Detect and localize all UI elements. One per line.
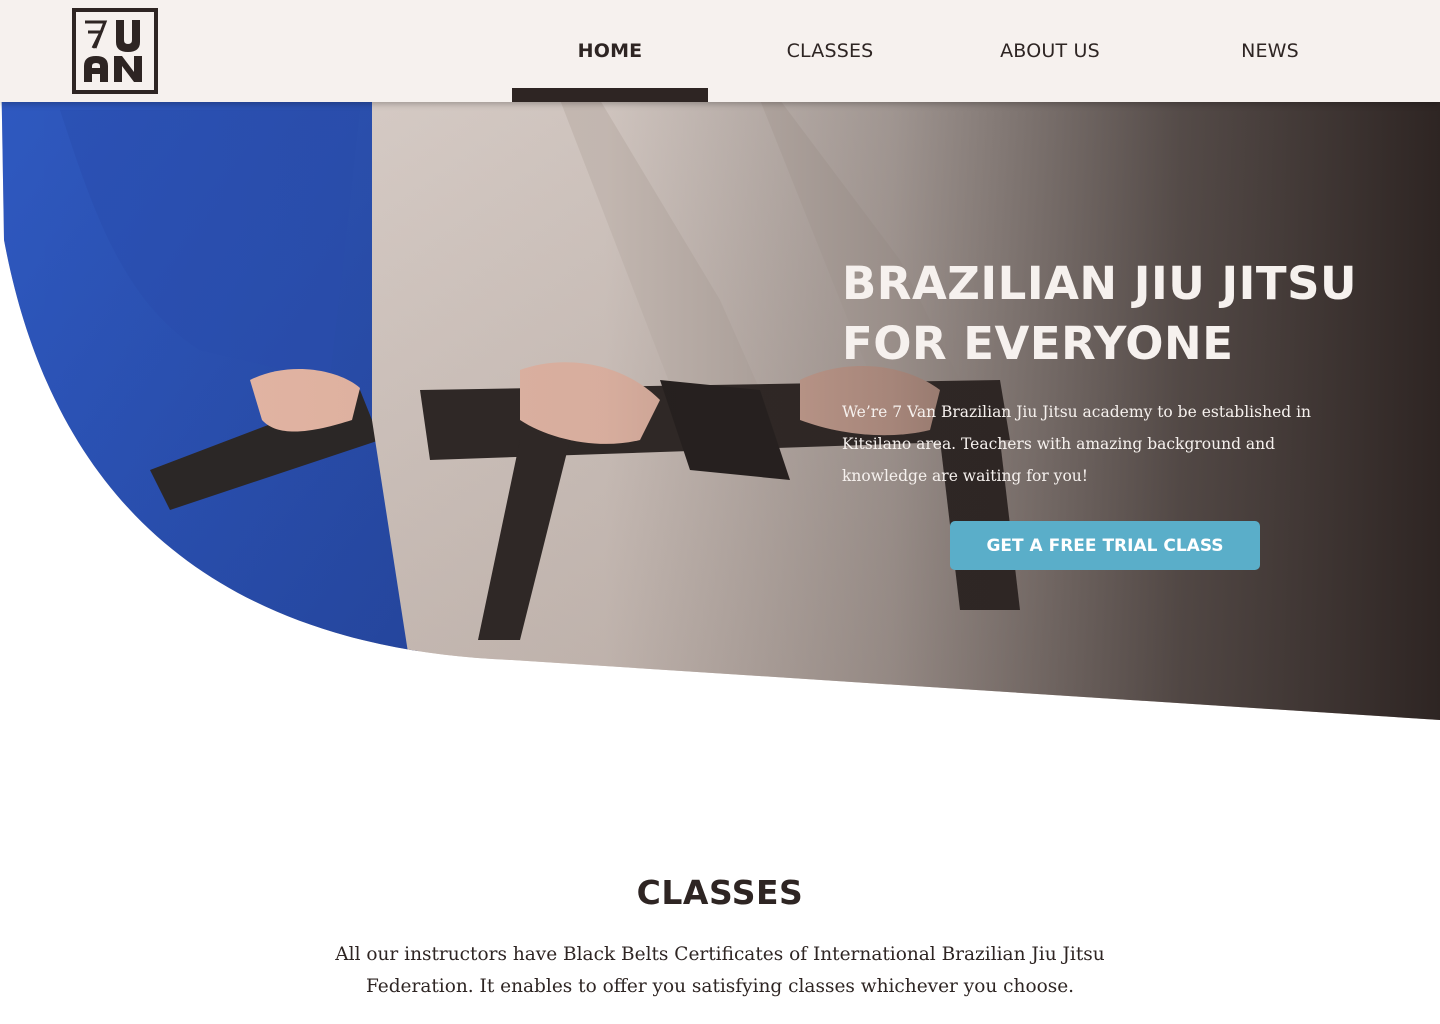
classes-title: CLASSES bbox=[636, 873, 804, 912]
free-trial-button[interactable]: GET A FREE TRIAL CLASS bbox=[950, 521, 1260, 570]
nav-item-news[interactable]: NEWS bbox=[1148, 0, 1392, 102]
nav-item-about-us[interactable]: ABOUT US bbox=[952, 0, 1148, 102]
hero-title: BRAZILIAN JIU JITSU FOR EVERYONE bbox=[842, 254, 1402, 374]
hero-section: BRAZILIAN JIU JITSU FOR EVERYONE We’re 7… bbox=[0, 0, 1440, 730]
classes-description: All our instructors have Black Belts Cer… bbox=[335, 944, 1105, 997]
site-header: HOME CLASSES ABOUT US NEWS bbox=[0, 0, 1440, 102]
nav-item-label: CLASSES bbox=[786, 40, 874, 62]
site-logo[interactable] bbox=[72, 8, 158, 94]
nav-item-label: NEWS bbox=[1241, 40, 1299, 62]
main-nav: HOME CLASSES ABOUT US NEWS bbox=[512, 0, 1392, 102]
hero-title-line-1: BRAZILIAN JIU JITSU bbox=[842, 257, 1358, 310]
7van-logo-icon bbox=[84, 20, 142, 82]
nav-item-label: ABOUT US bbox=[1000, 40, 1100, 62]
hero-title-line-2: FOR EVERYONE bbox=[842, 317, 1234, 370]
nav-item-classes[interactable]: CLASSES bbox=[708, 0, 952, 102]
nav-item-label: HOME bbox=[577, 40, 643, 62]
hero-description: We’re 7 Van Brazilian Jiu Jitsu academy … bbox=[842, 403, 1312, 485]
nav-item-home[interactable]: HOME bbox=[512, 0, 708, 102]
